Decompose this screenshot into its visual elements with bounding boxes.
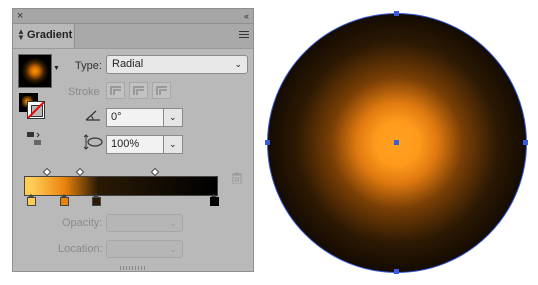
chevron-down-icon: ⌄ xyxy=(169,218,177,228)
midpoint-diamond[interactable] xyxy=(150,167,159,177)
type-select[interactable]: Radial ⌄ xyxy=(106,55,248,74)
color-stop[interactable] xyxy=(59,194,69,206)
chevron-down-icon[interactable]: ▼ xyxy=(53,65,60,72)
midpoint-diamond[interactable] xyxy=(75,167,84,177)
angle-input[interactable]: 0° xyxy=(106,108,164,127)
fill-stroke-indicator[interactable] xyxy=(19,93,49,123)
stroke-across-icon xyxy=(156,86,167,95)
panel-resize-grip[interactable] xyxy=(120,266,146,270)
selection-handle-right[interactable] xyxy=(523,140,528,145)
angle-icon xyxy=(85,110,100,121)
gradient-ramp[interactable] xyxy=(24,176,218,196)
close-icon[interactable]: × xyxy=(17,9,23,23)
midpoint-diamond[interactable] xyxy=(42,167,52,177)
selection-handle-left[interactable] xyxy=(265,140,270,145)
panel-titlebar[interactable]: × ‹‹ xyxy=(13,9,253,24)
stroke-across-button[interactable] xyxy=(152,82,171,99)
chevron-down-icon: ⌄ xyxy=(234,59,242,69)
gradient-preview-swatch[interactable] xyxy=(18,54,52,88)
opacity-label: Opacity: xyxy=(62,217,103,229)
tab-gradient[interactable]: ▲ ▼ Gradient xyxy=(13,24,75,48)
stroke-within-icon xyxy=(110,86,121,95)
panel-tabrow: ▲ ▼ Gradient xyxy=(13,24,253,49)
reverse-gradient-icon[interactable] xyxy=(26,131,42,147)
color-stop[interactable] xyxy=(209,194,219,206)
angle-dropdown-button[interactable]: ⌄ xyxy=(163,108,183,127)
gradient-slider[interactable] xyxy=(23,164,227,206)
selection-handle-top[interactable] xyxy=(394,11,399,16)
gradient-panel: × ‹‹ ▲ ▼ Gradient ▼ Type: Radial ⌄ Stroke… xyxy=(12,8,254,272)
stroke-along-button[interactable] xyxy=(129,82,148,99)
tab-expand-icon[interactable]: ▲ ▼ xyxy=(17,28,25,42)
aspect-ratio-dropdown-button[interactable]: ⌄ xyxy=(163,135,183,154)
location-select[interactable]: ⌄ xyxy=(106,240,183,258)
type-label: Type: xyxy=(75,60,102,72)
stroke-none-swatch[interactable] xyxy=(27,101,45,119)
panel-title: Gradient xyxy=(27,29,73,41)
stroke-label: Stroke xyxy=(68,86,100,98)
stroke-along-icon xyxy=(133,86,144,95)
type-select-value: Radial xyxy=(112,58,144,70)
hamburger-menu-icon[interactable] xyxy=(239,31,249,39)
canvas-artboard xyxy=(265,11,528,274)
location-label: Location: xyxy=(58,243,103,255)
color-stop[interactable] xyxy=(92,194,102,206)
chevron-down-icon: ⌄ xyxy=(169,244,177,254)
aspect-ratio-input[interactable]: 100% xyxy=(106,135,164,154)
trash-icon[interactable] xyxy=(232,172,242,184)
opacity-select[interactable]: ⌄ xyxy=(106,214,183,232)
color-stop[interactable] xyxy=(27,194,37,206)
collapse-icon[interactable]: ‹‹ xyxy=(244,9,249,23)
aspect-ratio-icon xyxy=(83,134,103,150)
selection-handle-bottom[interactable] xyxy=(394,269,399,274)
stroke-within-button[interactable] xyxy=(106,82,125,99)
center-point[interactable] xyxy=(394,140,399,145)
